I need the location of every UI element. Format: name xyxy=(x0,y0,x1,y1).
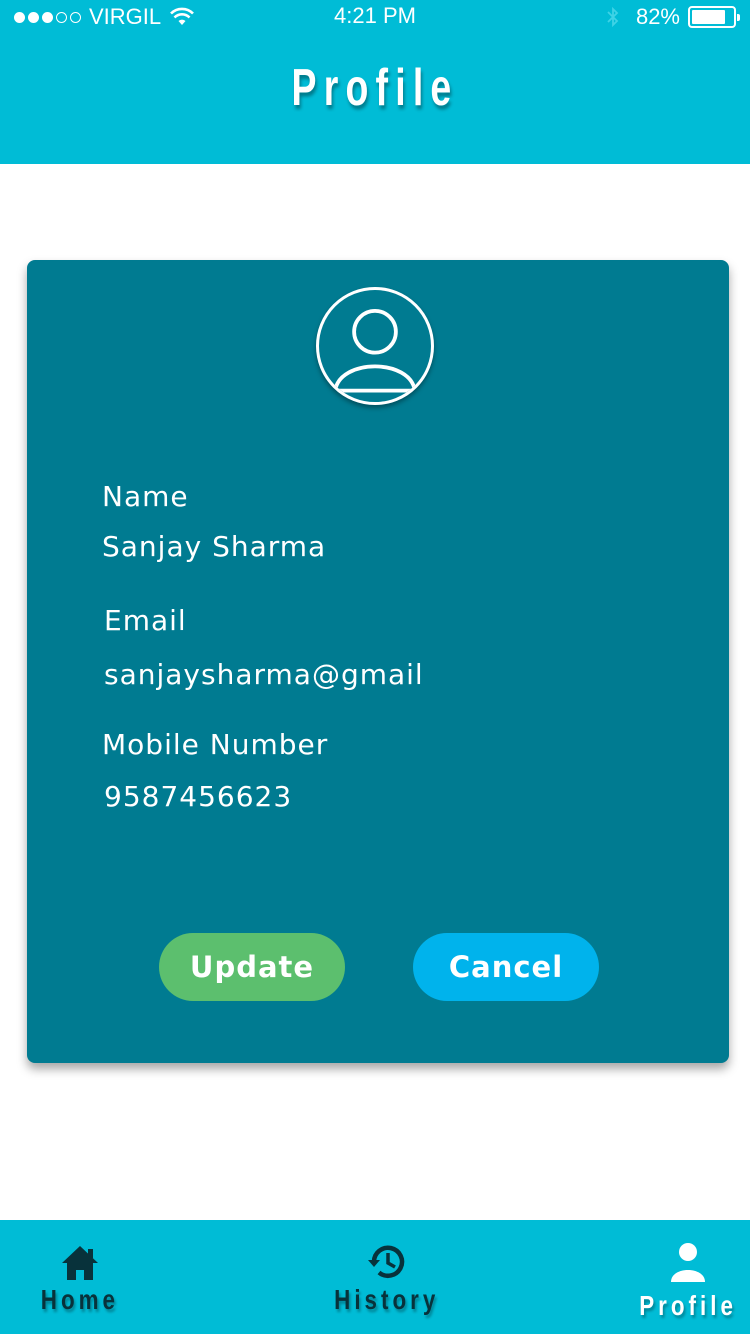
history-icon xyxy=(368,1245,405,1279)
status-right: 82% xyxy=(606,4,740,30)
name-value: Sanjay Sharma xyxy=(102,530,327,563)
mobile-number-value: 9587456623 xyxy=(104,780,293,813)
profile-card: Name Sanjay Sharma Email sanjaysharma@gm… xyxy=(27,260,729,1063)
nav-history-label: History xyxy=(334,1284,440,1315)
nav-home-label: Home xyxy=(40,1284,120,1315)
update-button[interactable]: Update xyxy=(159,933,345,1001)
battery-percent: 82% xyxy=(635,4,680,29)
user-circle-icon xyxy=(316,287,434,405)
nav-profile-label: Profile xyxy=(639,1290,737,1321)
email-value: sanjaysharma@gmail xyxy=(104,658,424,691)
page-title: Profile xyxy=(291,59,459,117)
email-label: Email xyxy=(104,604,187,637)
user-icon xyxy=(671,1243,705,1282)
app-header: Profile xyxy=(0,36,750,164)
bottom-nav: Home History Profile xyxy=(0,1220,750,1334)
bluetooth-icon xyxy=(607,6,619,28)
cancel-button[interactable]: Cancel xyxy=(413,933,599,1001)
nav-profile[interactable]: Profile xyxy=(632,1220,744,1334)
nav-home[interactable]: Home xyxy=(30,1220,130,1334)
name-label: Name xyxy=(102,480,189,513)
status-bar: VIRGIL 4:21 PM 82% xyxy=(0,0,750,36)
mobile-number-label: Mobile Number xyxy=(102,728,329,761)
nav-history[interactable]: History xyxy=(324,1220,450,1334)
battery-icon xyxy=(688,6,740,28)
home-icon xyxy=(62,1246,98,1280)
